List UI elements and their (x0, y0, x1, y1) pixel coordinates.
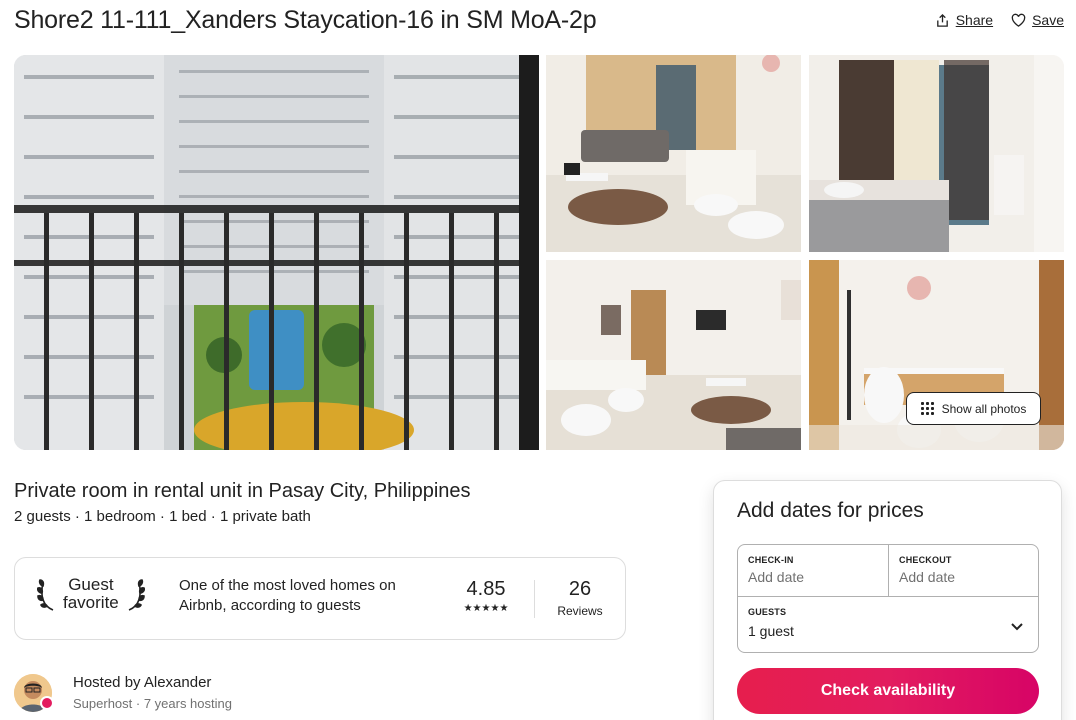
reviews-block[interactable]: 26 Reviews (550, 578, 610, 618)
date-guest-picker: CHECK-IN Add date CHECKOUT Add date GUES… (737, 544, 1039, 653)
rating-value: 4.85 (466, 578, 506, 600)
guest-favorite-line1: Guest (68, 575, 114, 594)
guest-favorite-card: Guest favorite One of the most loved hom… (14, 557, 626, 640)
save-label: Save (1032, 12, 1064, 28)
guest-favorite-badge: Guest favorite (37, 576, 145, 612)
save-button[interactable]: Save (1011, 12, 1064, 28)
show-all-photos-button[interactable]: Show all photos (906, 392, 1041, 425)
heart-icon (1011, 13, 1026, 27)
show-all-photos-label: Show all photos (941, 401, 1027, 416)
chevron-down-icon[interactable] (1010, 619, 1024, 633)
photo-living-area[interactable] (546, 55, 801, 252)
photo-gallery (14, 55, 1064, 450)
booking-card: Add dates for prices CHECK-IN Add date C… (713, 480, 1062, 720)
check-availability-button[interactable]: Check availability (737, 668, 1039, 714)
title-actions: Share Save (935, 12, 1064, 28)
photo-bedroom[interactable] (809, 55, 1064, 252)
photo-dining-area[interactable] (546, 260, 801, 450)
laurel-right-icon (128, 579, 145, 611)
checkout-value: Add date (899, 569, 956, 585)
host-name: Hosted by Alexander (73, 674, 212, 691)
photo-main-balcony-view[interactable] (14, 55, 539, 450)
guest-favorite-line2: favorite (63, 593, 119, 612)
superhost-badge (40, 696, 54, 710)
listing-details: 2 guests · 1 bedroom · 1 bed · 1 private… (14, 508, 311, 525)
checkout-label: CHECKOUT (899, 555, 952, 565)
share-icon (936, 13, 948, 27)
guests-label: GUESTS (748, 607, 787, 617)
share-label: Share (955, 12, 994, 28)
rating-block: 4.85 ★★★★★ (457, 578, 515, 614)
listing-subtitle: Private room in rental unit in Pasay Cit… (14, 480, 471, 502)
guests-select[interactable]: GUESTS 1 guest (738, 597, 1038, 653)
rating-stars: ★★★★★ (463, 603, 509, 614)
review-count: 26 (568, 578, 592, 600)
grid-icon (920, 402, 934, 415)
laurel-left-icon (37, 579, 54, 611)
guest-favorite-description: One of the most loved homes on Airbnb, a… (179, 577, 396, 614)
reviews-label: Reviews (557, 604, 603, 618)
guests-value: 1 guest (748, 623, 794, 639)
checkin-value: Add date (748, 569, 805, 585)
guest-favorite-text: Guest favorite (63, 576, 119, 612)
checkout-field[interactable]: CHECKOUT Add date (889, 545, 1039, 597)
share-button[interactable]: Share (935, 12, 993, 28)
listing-title: Shore2 11-111_Xanders Staycation-16 in S… (14, 6, 597, 34)
booking-heading: Add dates for prices (737, 499, 924, 522)
checkin-field[interactable]: CHECK-IN Add date (738, 545, 889, 597)
divider (534, 580, 535, 618)
host-meta: Superhost · 7 years hosting (73, 696, 232, 711)
checkin-label: CHECK-IN (748, 555, 794, 565)
